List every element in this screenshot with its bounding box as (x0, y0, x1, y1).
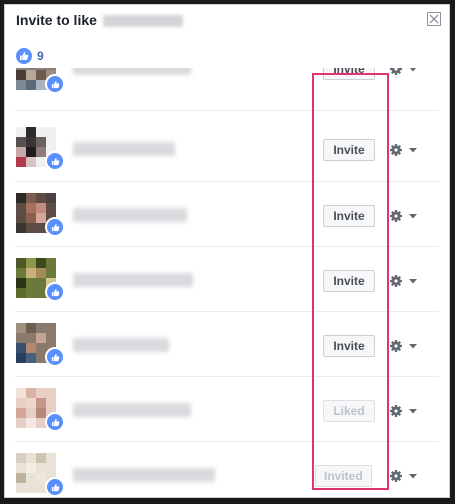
liked-badge-icon (45, 74, 65, 94)
settings-dropdown[interactable] (390, 469, 418, 483)
like-count: 9 (37, 49, 44, 63)
list-item: Liked (5, 376, 449, 440)
page-name-redacted (102, 15, 183, 28)
friend-name-redacted (73, 273, 193, 287)
liked-button: Liked (323, 400, 375, 422)
list-item: Invite (5, 68, 449, 114)
liked-badge-icon (45, 347, 65, 367)
settings-dropdown[interactable] (390, 209, 418, 223)
friend-name-redacted (73, 68, 191, 75)
like-summary: 9 (16, 47, 44, 65)
settings-dropdown[interactable] (390, 339, 418, 353)
dialog-title: Invite to like (16, 12, 183, 28)
invite-button[interactable]: Invite (323, 205, 375, 227)
list-item: Invite (5, 311, 449, 375)
friend-list[interactable]: Invite Invite Invite Invite Invite Liked… (5, 68, 449, 497)
friend-name-redacted (73, 142, 175, 156)
list-item: Invited (5, 441, 449, 497)
dialog-title-text: Invite to like (16, 12, 97, 28)
invite-button[interactable]: Invite (323, 139, 375, 161)
settings-dropdown[interactable] (390, 143, 418, 157)
invite-button[interactable]: Invite (323, 335, 375, 357)
liked-badge-icon (45, 151, 65, 171)
gear-icon (390, 144, 417, 156)
friend-name-redacted (73, 403, 191, 417)
thumbs-up-icon (16, 48, 32, 64)
liked-badge-icon (45, 412, 65, 432)
gear-icon (390, 405, 417, 417)
settings-dropdown[interactable] (390, 274, 418, 288)
close-button[interactable] (427, 12, 441, 26)
liked-badge-icon (45, 282, 65, 302)
gear-icon (390, 68, 417, 75)
settings-dropdown[interactable] (390, 404, 418, 418)
close-icon (429, 14, 439, 24)
friend-name-redacted (73, 208, 187, 222)
gear-icon (390, 275, 417, 287)
liked-badge-icon (45, 217, 65, 237)
liked-badge-icon (45, 477, 65, 497)
dialog-header: Invite to like (5, 5, 449, 41)
settings-dropdown[interactable] (390, 68, 418, 76)
invite-button[interactable]: Invite (323, 270, 375, 292)
invite-dialog: Invite to like 9 Invite Invite Invite In… (4, 4, 450, 498)
friend-name-redacted (73, 468, 215, 482)
invite-button[interactable]: Invite (323, 68, 375, 80)
list-item: Invite (5, 181, 449, 245)
friend-name-redacted (73, 338, 169, 352)
invited-button: Invited (315, 465, 372, 487)
gear-icon (390, 470, 417, 482)
gear-icon (390, 210, 417, 222)
list-item: Invite (5, 115, 449, 179)
gear-icon (390, 340, 417, 352)
list-item: Invite (5, 246, 449, 310)
row-divider (15, 110, 439, 111)
